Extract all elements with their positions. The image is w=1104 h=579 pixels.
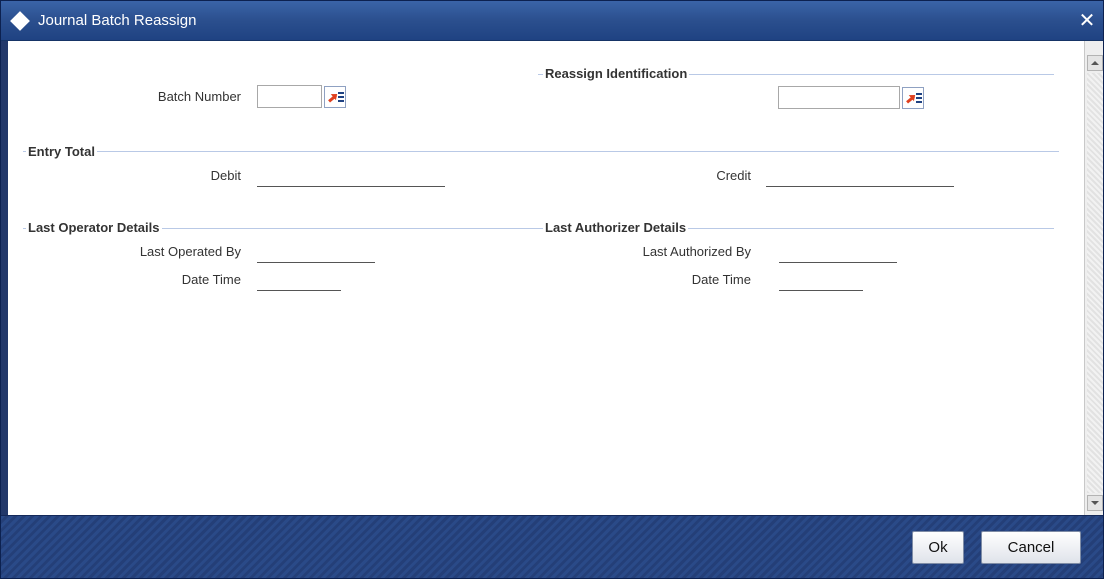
list-lookup-icon <box>916 93 922 104</box>
last-authorized-by-field[interactable] <box>779 262 897 263</box>
last-operated-by-field[interactable] <box>257 262 375 263</box>
reassign-identification-lookup-button[interactable] <box>902 87 924 109</box>
scroll-down-button[interactable] <box>1087 495 1103 511</box>
title-bar[interactable]: Journal Batch Reassign ✕ <box>1 1 1103 41</box>
credit-field[interactable] <box>766 186 954 187</box>
chevron-down-icon <box>1091 501 1099 505</box>
last-authorized-by-label: Last Authorized By <box>642 244 751 259</box>
chevron-up-icon <box>1091 61 1099 65</box>
lookup-arrow-icon <box>328 94 337 103</box>
entry-total-rule <box>23 151 1059 152</box>
scroll-up-button[interactable] <box>1087 55 1103 71</box>
batch-number-label: Batch Number <box>157 89 241 104</box>
last-operated-by-label: Last Operated By <box>139 244 241 259</box>
form-content: Batch Number Reassign Identification Ent… <box>1 41 1084 515</box>
reassign-identification-input[interactable] <box>778 86 900 109</box>
authorizer-date-time-field[interactable] <box>779 290 863 291</box>
diamond-icon <box>10 11 30 31</box>
scroll-track[interactable] <box>1087 73 1103 493</box>
batch-number-lookup-button[interactable] <box>324 86 346 108</box>
ok-button[interactable]: Ok <box>912 531 964 564</box>
window-title: Journal Batch Reassign <box>38 12 197 29</box>
operator-date-time-field[interactable] <box>257 290 341 291</box>
cancel-button[interactable]: Cancel <box>981 531 1081 564</box>
vertical-scrollbar[interactable] <box>1084 41 1103 515</box>
batch-number-input[interactable] <box>257 85 322 108</box>
debit-field[interactable] <box>257 186 445 187</box>
credit-label: Credit <box>716 168 751 183</box>
close-icon[interactable]: ✕ <box>1075 7 1099 33</box>
footer-bar: Ok Cancel <box>1 515 1103 578</box>
debit-label: Debit <box>210 168 241 183</box>
operator-date-time-label: Date Time <box>181 272 241 287</box>
reassign-identification-legend: Reassign Identification <box>543 66 690 81</box>
lookup-arrow-icon <box>906 95 915 104</box>
list-lookup-icon <box>338 92 344 103</box>
authorizer-date-time-label: Date Time <box>691 272 751 287</box>
journal-batch-reassign-window: Journal Batch Reassign ✕ Batch Number Re… <box>0 0 1104 579</box>
last-authorizer-details-legend: Last Authorizer Details <box>543 220 689 235</box>
entry-total-legend: Entry Total <box>26 144 97 159</box>
last-operator-details-legend: Last Operator Details <box>26 220 162 235</box>
